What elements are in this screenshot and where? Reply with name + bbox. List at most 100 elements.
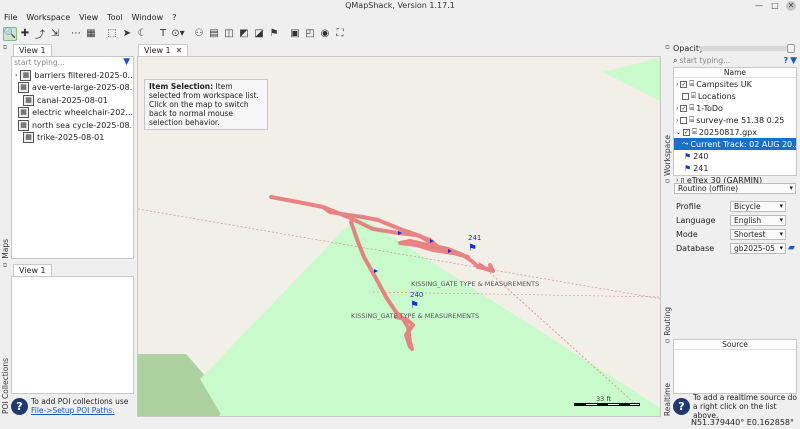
- flag-icon[interactable]: ⚑: [267, 27, 281, 41]
- routing-engine-select[interactable]: Routino (offline): [674, 183, 796, 194]
- list-item[interactable]: ▦ canal-2025-08-01: [15, 94, 133, 107]
- checkbox-checked[interactable]: ✓: [683, 128, 691, 136]
- dock-float-icon[interactable]: ⧉: [3, 262, 7, 270]
- grid-icon[interactable]: ▦: [84, 27, 98, 41]
- add-waypoint-icon[interactable]: ✚: [18, 27, 32, 41]
- minimize-icon[interactable]: —: [754, 1, 764, 11]
- cascade-windows-icon[interactable]: ◰: [303, 27, 317, 41]
- list-item[interactable]: ▦ electric wheelchair-202...: [15, 107, 133, 120]
- expand-icon[interactable]: ›: [676, 81, 678, 88]
- track-chart-icon[interactable]: ◫: [222, 27, 236, 41]
- draw-track-icon[interactable]: ⤴: [33, 27, 47, 41]
- poi-setup-link[interactable]: File->Setup POI Paths.: [31, 406, 128, 415]
- map-icon: ▦: [20, 69, 32, 81]
- dock-float-icon[interactable]: ⧉: [665, 44, 669, 52]
- maximize-icon[interactable]: □: [770, 1, 780, 11]
- list-item[interactable]: ▦ trike-2025-08-01: [15, 132, 133, 145]
- select-area-icon[interactable]: ⬚: [105, 27, 119, 41]
- map-canvas[interactable]: Item Selection: Item selected from works…: [137, 56, 661, 417]
- map-icon: ▦: [18, 119, 29, 131]
- menu-window[interactable]: Window: [132, 12, 164, 24]
- flag-241-icon[interactable]: ⚑: [468, 243, 477, 254]
- list-item[interactable]: ▦ ave-verte-large-2025-08...: [15, 82, 133, 95]
- maps-search-input[interactable]: start typing...: [14, 58, 65, 67]
- poi-dock-handle: ⧉ POI Collections: [0, 262, 10, 414]
- realtime-list[interactable]: Source: [673, 339, 797, 394]
- gps-icon[interactable]: ◉: [318, 27, 332, 41]
- window-title: QMapShack, Version 1.17.1: [0, 0, 800, 12]
- tree-row[interactable]: › ✓ ⌸ Campsites UK: [674, 78, 796, 90]
- realtime-side-label: Realtime: [663, 382, 672, 416]
- mode-label: Mode: [676, 229, 698, 239]
- expand-icon[interactable]: ›: [676, 117, 678, 124]
- workspace-search-input[interactable]: start typing...: [679, 56, 781, 65]
- poi-text-icon[interactable]: T: [156, 27, 170, 41]
- routing-side-label: Routing: [663, 307, 672, 336]
- opacity-slider[interactable]: [700, 44, 795, 53]
- database-select[interactable]: gb2025-05: [730, 242, 786, 254]
- language-select[interactable]: English: [730, 214, 786, 226]
- dock-float-icon[interactable]: ⧉: [665, 178, 669, 186]
- tree-row[interactable]: › ⌸ survey-me 51.38 0.25: [674, 114, 796, 126]
- checkbox-checked[interactable]: ✓: [680, 80, 688, 88]
- tree-row[interactable]: ⚑ 241: [674, 162, 796, 174]
- routing-dock-handle: ⧉ Routing: [663, 178, 672, 336]
- collapse-icon[interactable]: ⌄: [676, 129, 681, 136]
- workspace-dock-handle: ⧉ Workspace: [663, 44, 672, 176]
- search-google-icon[interactable]: 🔍: [3, 26, 17, 41]
- menu-tool[interactable]: Tool: [107, 12, 123, 24]
- help-question-icon[interactable]: ?: [783, 56, 788, 65]
- map-icon: ▦: [18, 107, 30, 119]
- profile-icon[interactable]: ⚇: [192, 27, 206, 41]
- tree-row[interactable]: ⌄ ✓ ⌸ 20250817.gpx: [674, 126, 796, 138]
- menu-workspace[interactable]: Workspace: [26, 12, 70, 24]
- folder-icon[interactable]: ▰: [788, 243, 795, 253]
- list-item[interactable]: › ▦ barriers filtered-2025-0...: [15, 69, 133, 82]
- speed-icon[interactable]: ◪: [252, 27, 266, 41]
- poi-help-text: To add POI collections use: [31, 397, 129, 406]
- flag-240-icon[interactable]: ⚑: [410, 300, 419, 311]
- profile-select[interactable]: Bicycle: [730, 200, 786, 212]
- tree-row[interactable]: ⌸ Locations: [674, 90, 796, 102]
- fullscreen-icon[interactable]: ⛶: [333, 27, 347, 41]
- menu-view[interactable]: View: [79, 12, 98, 24]
- dock-float-icon[interactable]: ⧉: [665, 338, 669, 346]
- expand-icon[interactable]: ›: [15, 72, 17, 79]
- tree-row[interactable]: › ✓ ⌸ 1-ToDo: [674, 102, 796, 114]
- help-icon: ?: [11, 397, 28, 415]
- track-profile-icon[interactable]: ▤: [207, 27, 221, 41]
- checkbox-unchecked[interactable]: [682, 92, 689, 100]
- ruler-icon[interactable]: ⋯: [69, 27, 83, 41]
- zoom-dropdown-icon[interactable]: ⊙▾: [171, 27, 185, 41]
- park-area-topright: [603, 57, 660, 101]
- night-mode-icon[interactable]: ☾: [135, 27, 149, 41]
- item-selection-tooltip: Item Selection: Item selected from works…: [144, 79, 268, 130]
- search-icon: ⌕: [673, 55, 678, 65]
- tile-windows-icon[interactable]: ▣: [288, 27, 302, 41]
- workspace-side-label: Workspace: [663, 135, 672, 176]
- cursor-icon[interactable]: ➤: [120, 27, 134, 41]
- checkbox-checked[interactable]: ✓: [680, 104, 688, 112]
- dock-float-icon[interactable]: ⧉: [3, 44, 7, 52]
- elevation-icon[interactable]: ◩: [237, 27, 251, 41]
- database-icon: ⌸: [689, 79, 695, 88]
- close-tab-icon[interactable]: ✕: [176, 46, 183, 56]
- tree-row[interactable]: ⚑ 240: [674, 150, 796, 162]
- expand-icon[interactable]: ›: [676, 105, 678, 112]
- mode-select[interactable]: Shortest: [730, 228, 786, 240]
- filter-icon[interactable]: ▼: [790, 56, 797, 66]
- close-icon[interactable]: ✕: [786, 1, 796, 11]
- database-icon: ⌸: [691, 91, 696, 100]
- flag-icon: ⚑: [684, 163, 692, 173]
- selected-track-row[interactable]: ⤳ Current Track: 02 AUG 20...: [674, 138, 796, 150]
- opacity-slider-handle[interactable]: [787, 44, 795, 53]
- menu-file[interactable]: File: [4, 12, 17, 24]
- menu-help[interactable]: ?: [172, 12, 176, 24]
- scale-label: 33 ft: [596, 395, 612, 403]
- filter-icon[interactable]: ▼: [123, 57, 130, 67]
- checkbox-unchecked[interactable]: [680, 116, 688, 124]
- draw-route-icon[interactable]: ⇲: [48, 27, 62, 41]
- poi-help: ? To add POI collections use File->Setup…: [11, 396, 136, 416]
- list-item[interactable]: ▦ north sea cycle-2025-08...: [15, 119, 133, 132]
- workspace-column-header: Name: [674, 68, 796, 78]
